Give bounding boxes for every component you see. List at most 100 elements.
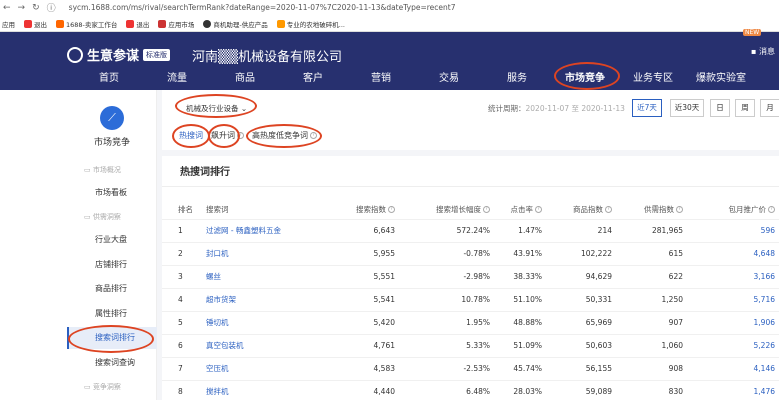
cell-rank: 4 xyxy=(162,287,206,311)
nav-traffic[interactable]: 流量 xyxy=(143,69,211,84)
cell-term[interactable]: 超市货架 xyxy=(206,287,326,311)
cell-monthly-price[interactable]: 1,906 xyxy=(687,310,779,334)
table-row[interactable]: 4 超市货架 5,541 10.78% 51.10% 50,331 1,250 5,716 xyxy=(162,287,779,311)
help-icon[interactable]: ? xyxy=(768,206,775,214)
logo[interactable]: 生意参谋 标准版 xyxy=(67,45,171,64)
reload-icon[interactable]: ↻ xyxy=(32,3,40,13)
bookmark-label: 应用市场 xyxy=(168,20,195,29)
table-row[interactable]: 3 螺丝 5,551 -2.98% 38.33% 94,629 622 3,166 xyxy=(162,264,779,288)
cell-supply-demand: 622 xyxy=(616,264,687,288)
cell-product-index: 65,969 xyxy=(546,310,616,334)
sidebar-item-shop-rank[interactable]: 店铺排行 xyxy=(67,254,157,276)
col-supply-demand[interactable]: 供需指数? xyxy=(616,200,687,219)
table-row[interactable]: 2 封口机 5,955 -0.78% 43.91% 102,222 615 4,648 xyxy=(162,241,779,265)
cell-ctr: 51.10% xyxy=(494,287,546,311)
message-icon: ▪ xyxy=(751,47,757,56)
col-search-index[interactable]: 搜索指数? xyxy=(326,200,399,219)
forward-icon[interactable]: → xyxy=(18,3,26,13)
cell-monthly-price[interactable]: 4,146 xyxy=(687,356,779,380)
nav-hot-lab[interactable]: 爆款实验室 xyxy=(687,69,755,84)
nav-marketing[interactable]: 营销 xyxy=(347,69,415,84)
range-day-button[interactable]: 日 xyxy=(710,99,730,117)
nav-products[interactable]: 商品 xyxy=(211,69,279,84)
help-icon[interactable]: ? xyxy=(388,206,395,214)
cell-search-growth: 10.78% xyxy=(399,287,494,311)
table-row[interactable]: 6 真空包装机 4,761 5.33% 51.09% 50,603 1,060 5,226 xyxy=(162,333,779,357)
help-icon[interactable]: ? xyxy=(483,206,490,214)
browser-chrome: ← → ↻ ⓘ sycm.1688.com/ms/rival/searchTer… xyxy=(0,0,779,32)
cell-product-index: 50,331 xyxy=(546,287,616,311)
bookmark-biz-assistant[interactable]: 商机助理-供应产品 xyxy=(203,19,268,29)
cell-term[interactable]: 真空包装机 xyxy=(206,333,326,357)
cell-term[interactable]: 封口机 xyxy=(206,241,326,265)
nav-trade[interactable]: 交易 xyxy=(415,69,483,84)
cell-search-growth: 1.95% xyxy=(399,310,494,334)
sidebar-item-search-term-query[interactable]: 搜索词查询 xyxy=(67,352,157,374)
cell-monthly-price[interactable]: 4,648 xyxy=(687,241,779,265)
help-icon[interactable]: ? xyxy=(605,206,612,214)
nav-service[interactable]: 服务 xyxy=(483,69,551,84)
bookmark-seller-workbench[interactable]: 1688-卖家工作台 xyxy=(56,19,117,29)
bookmark-label: 退出 xyxy=(136,20,150,29)
table-row[interactable]: 7 空压机 4,583 -2.53% 45.74% 56,155 908 4,146 xyxy=(162,356,779,380)
nav-business-zone[interactable]: 业务专区 xyxy=(619,69,687,84)
range-week-button[interactable]: 周 xyxy=(735,99,755,117)
nav-home[interactable]: 首页 xyxy=(75,69,143,84)
cell-search-growth: -2.53% xyxy=(399,356,494,380)
cell-term[interactable]: 锤切机 xyxy=(206,310,326,334)
cell-monthly-price[interactable]: 5,226 xyxy=(687,333,779,357)
cell-term[interactable]: 过滤网 - 畅鑫塑料五金 xyxy=(206,218,326,242)
col-monthly-price[interactable]: 包月推广价? xyxy=(687,200,779,219)
bookmark-app-market[interactable]: 应用市场 xyxy=(158,19,194,29)
company-name: 河南▒▒机械设备有限公司 xyxy=(192,50,342,65)
col-label: 搜索增长幅度 xyxy=(436,204,481,214)
bookmark-exit-1[interactable]: 退出 xyxy=(24,19,47,29)
bookmark-icon xyxy=(126,19,135,28)
cell-term[interactable]: 空压机 xyxy=(206,356,326,380)
range-month-button[interactable]: 月 xyxy=(760,99,779,117)
cell-monthly-price[interactable]: 5,716 xyxy=(687,287,779,311)
cell-product-index: 94,629 xyxy=(546,264,616,288)
col-product-index[interactable]: 商品指数? xyxy=(546,200,616,219)
cell-monthly-price[interactable]: 596 xyxy=(687,218,779,242)
cell-monthly-price[interactable]: 3,166 xyxy=(687,264,779,288)
annotation-circle xyxy=(208,124,240,148)
cell-rank: 1 xyxy=(162,218,206,242)
table-row[interactable]: 1 过滤网 - 畅鑫塑料五金 6,643 572.24% 1.47% 214 281,965… xyxy=(162,218,779,242)
cell-ctr: 48.88% xyxy=(494,310,546,334)
cell-search-growth: 5.33% xyxy=(399,333,494,357)
sidebar-item-product-rank[interactable]: 商品排行 xyxy=(67,278,157,300)
sidebar-item-industry-overview[interactable]: 行业大盘 xyxy=(67,229,157,251)
col-ctr[interactable]: 点击率? xyxy=(494,200,546,219)
help-icon[interactable]: ? xyxy=(535,206,542,214)
col-rank: 排名 xyxy=(178,204,193,214)
sidebar-item-attribute-rank[interactable]: 属性排行 xyxy=(67,303,157,325)
new-badge: NEW xyxy=(743,29,762,36)
range-30d-button[interactable]: 近30天 xyxy=(670,99,704,117)
col-search-growth[interactable]: 搜索增长幅度? xyxy=(399,200,494,219)
url-text[interactable]: sycm.1688.com/ms/rival/searchTermRank?da… xyxy=(69,3,456,12)
group-label: 市场概况 xyxy=(92,166,121,174)
sidebar-item-market-board[interactable]: 市场看板 xyxy=(67,182,157,204)
bookmark-label: 退出 xyxy=(34,20,47,29)
back-icon[interactable]: ← xyxy=(3,3,11,13)
cell-ctr: 45.74% xyxy=(494,356,546,380)
help-icon[interactable]: ? xyxy=(676,206,683,214)
cell-term[interactable]: 螺丝 xyxy=(206,264,326,288)
bookmark-crusher[interactable]: 专业的农地破碎机... xyxy=(276,19,345,29)
group-label: 供需洞察 xyxy=(92,213,121,221)
cell-search-growth: -0.78% xyxy=(399,241,494,265)
bookmarks-bar: 应用 退出 1688-卖家工作台 退出 应用市场 商机助理-供应产品 专业的农地… xyxy=(0,16,779,31)
nav-customers[interactable]: 客户 xyxy=(279,69,347,84)
address-bar: ← → ↻ ⓘ sycm.1688.com/ms/rival/searchTer… xyxy=(0,0,779,15)
cell-supply-demand: 1,060 xyxy=(616,333,687,357)
range-7d-button[interactable]: 近7天 xyxy=(632,99,662,117)
bookmark-apps[interactable]: 应用 xyxy=(2,19,15,29)
cell-product-index: 50,603 xyxy=(546,333,616,357)
bookmark-exit-2[interactable]: 退出 xyxy=(126,19,149,29)
col-label: 点击率 xyxy=(510,204,534,214)
table-row[interactable]: 5 锤切机 5,420 1.95% 48.88% 65,969 907 1,906 xyxy=(162,310,779,334)
message-link[interactable]: ▪ 消息 xyxy=(751,46,775,57)
cell-search-growth: -2.98% xyxy=(399,264,494,288)
lock-icon: ⓘ xyxy=(46,4,56,14)
